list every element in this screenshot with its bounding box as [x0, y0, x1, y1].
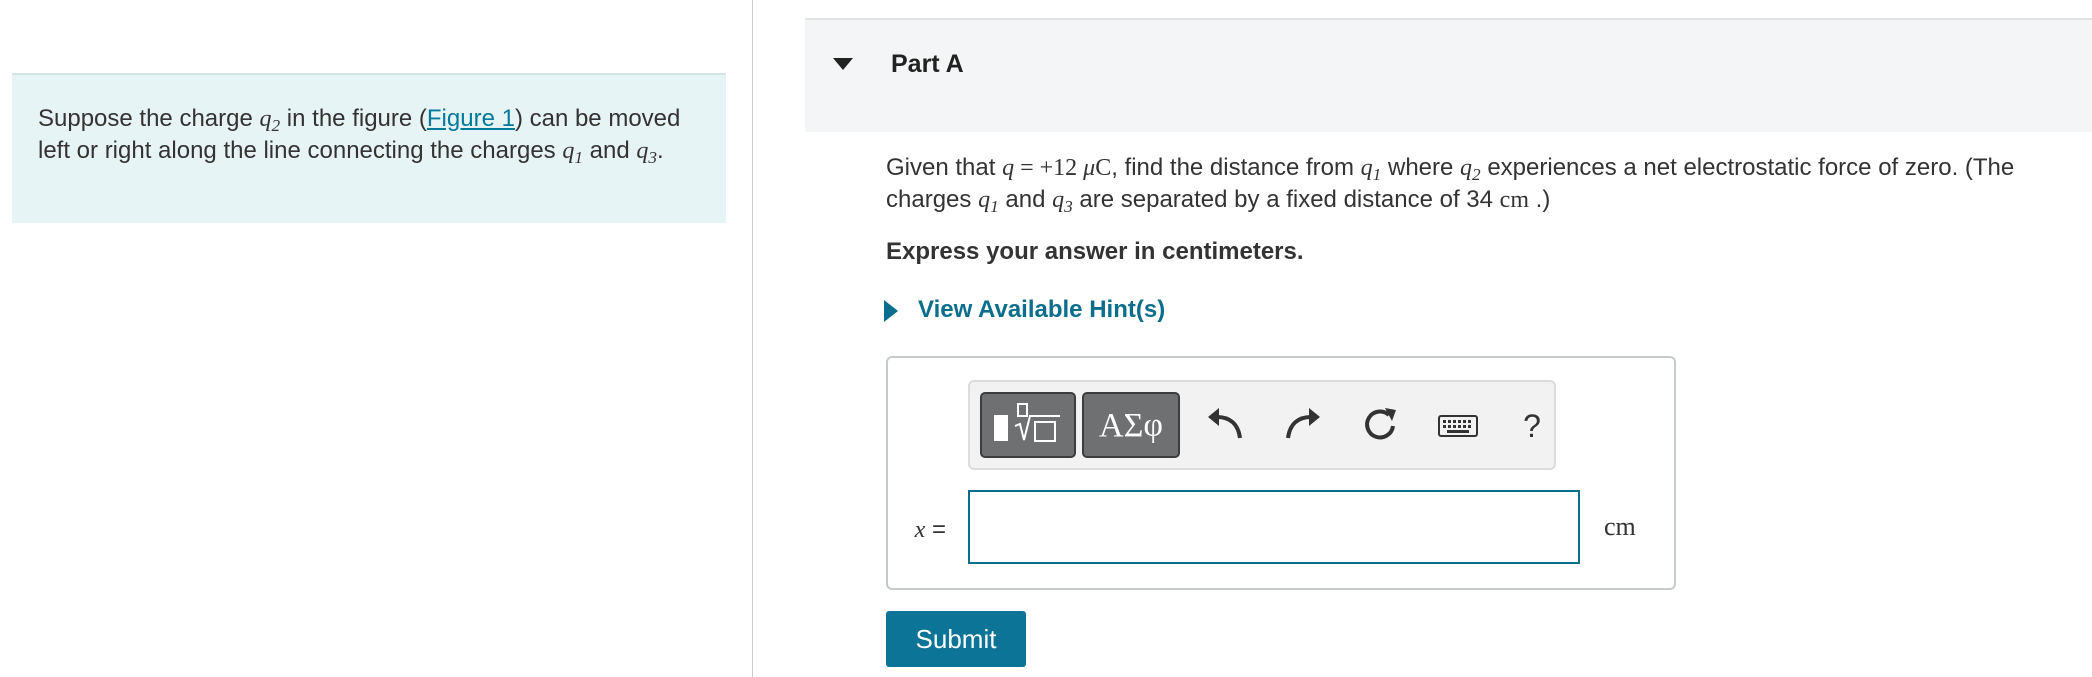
var-q1: q1 [562, 138, 583, 168]
help-label: ? [1523, 408, 1541, 444]
redo-icon [1286, 408, 1320, 439]
question-text: Given that q = +12 μC, find the distance… [886, 154, 2015, 217]
undo-icon [1208, 408, 1242, 439]
symbols-label: ΑΣφ [1099, 407, 1163, 444]
templates-button[interactable] [980, 392, 1076, 458]
submit-button[interactable]: Submit [886, 611, 1026, 667]
caret-down-icon[interactable] [833, 58, 853, 70]
answer-input[interactable] [968, 490, 1580, 564]
caret-right-icon[interactable] [884, 300, 898, 322]
answer-box: ΑΣφ ? x = cm [886, 356, 1676, 590]
var-q2: q2 [259, 106, 281, 136]
math-toolbar: ΑΣφ ? [968, 380, 1556, 470]
intro-text: Suppose the charge [38, 105, 260, 132]
undo-button[interactable] [1196, 382, 1256, 468]
var-q3: q3 [636, 138, 658, 168]
answer-unit-label: cm [1604, 512, 1636, 541]
symbols-button[interactable]: ΑΣφ [1082, 392, 1180, 458]
problem-intro: Suppose the charge q2 in the figure (Fig… [12, 73, 726, 223]
reset-icon [1365, 408, 1396, 440]
keyboard-icon [1438, 415, 1478, 437]
reset-button[interactable] [1350, 382, 1410, 468]
answer-variable-label: x = [914, 516, 946, 543]
templates-icon [994, 403, 1060, 442]
part-header[interactable]: Part A [805, 20, 2092, 132]
view-hints-label[interactable]: View Available Hint(s) [918, 296, 1165, 324]
redo-button[interactable] [1272, 382, 1332, 468]
keyboard-button[interactable] [1428, 382, 1488, 468]
answer-instruction: Express your answer in centimeters. [886, 238, 1304, 265]
help-button[interactable]: ? [1502, 382, 1562, 468]
figure-link[interactable]: Figure 1 [427, 105, 515, 132]
part-title: Part A [891, 50, 964, 78]
left-pane: Suppose the charge q2 in the figure (Fig… [0, 0, 753, 677]
